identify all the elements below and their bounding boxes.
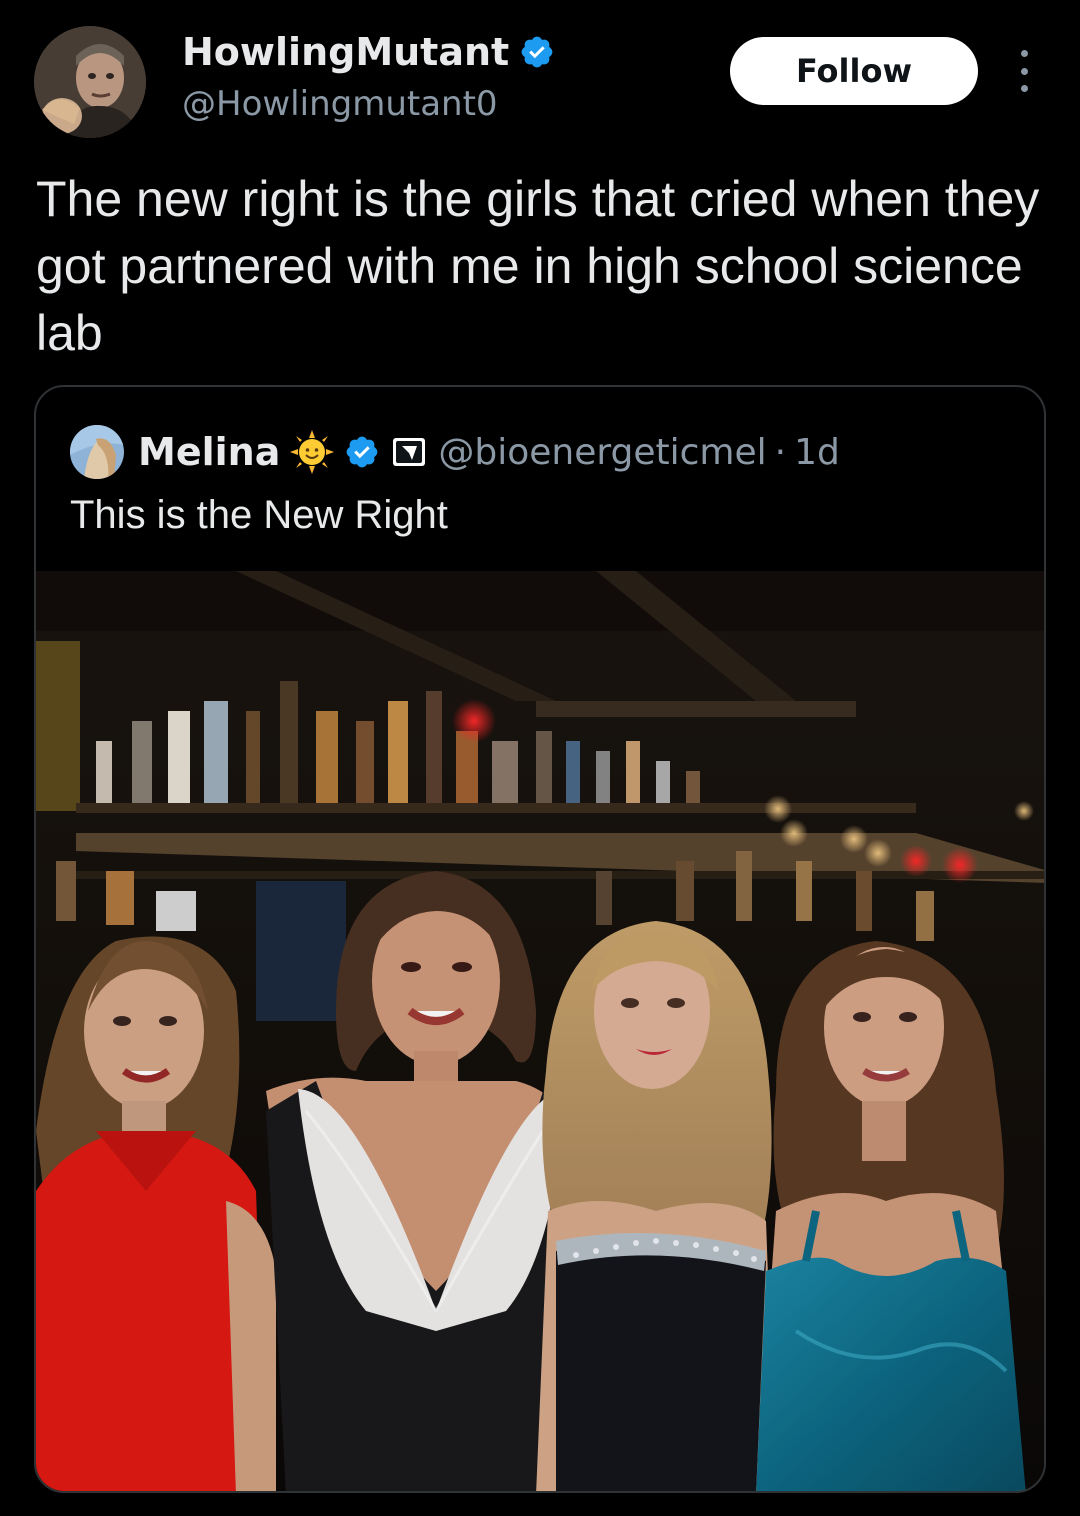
quoted-author-handle[interactable]: @bioenergeticmel [438, 432, 766, 473]
author-name-row[interactable]: HowlingMutant [182, 30, 555, 74]
quoted-tweet-card[interactable]: Melina @bioenergeticmel · 1d This is the… [34, 385, 1046, 1493]
author-avatar[interactable] [34, 26, 146, 138]
quoted-tweet-header: Melina @bioenergeticmel · 1d [70, 425, 840, 479]
affiliate-badge-icon[interactable] [392, 435, 426, 469]
quoted-timestamp[interactable]: 1d [794, 432, 840, 473]
author-handle[interactable]: @Howlingmutant0 [182, 84, 498, 124]
tweet-text: The new right is the girls that cried wh… [36, 171, 1040, 361]
more-dot [1020, 50, 1028, 57]
quoted-tweet-text: This is the New Right [70, 493, 448, 537]
verified-badge-icon [521, 36, 553, 68]
quoted-tweet-photo[interactable] [36, 571, 1046, 1493]
author-display-name[interactable]: HowlingMutant [182, 30, 509, 74]
separator-dot: · [774, 431, 787, 473]
quoted-author-name[interactable]: Melina [138, 430, 280, 474]
follow-button[interactable]: Follow [730, 37, 978, 105]
quoted-author-avatar[interactable] [70, 425, 124, 479]
quoted-verified-badge-icon [346, 436, 378, 468]
more-dot [1020, 67, 1028, 75]
more-dot [1020, 85, 1028, 92]
sun-with-face-icon [290, 430, 335, 474]
more-options-icon[interactable] [1004, 50, 1044, 92]
